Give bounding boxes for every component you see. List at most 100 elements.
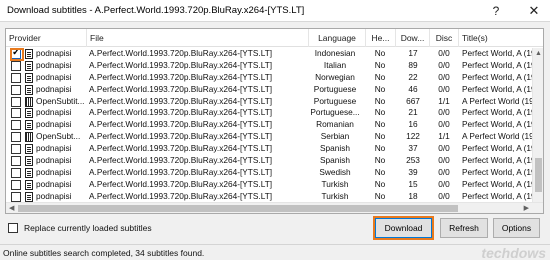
table-row[interactable]: podnapisi A.Perfect.World.1993.720p.BluRa… bbox=[6, 71, 532, 84]
column-header-disc[interactable]: Disc bbox=[430, 29, 459, 47]
table-row[interactable]: podnapisi A.Perfect.World.1993.720p.BluRa… bbox=[6, 119, 532, 131]
refresh-button[interactable]: Refresh bbox=[440, 218, 488, 238]
disc-cell: 0/0 bbox=[438, 143, 450, 154]
provider-cell: podnapisi bbox=[36, 83, 72, 94]
column-header-language[interactable]: Language bbox=[309, 29, 366, 47]
row-checkbox-cell[interactable] bbox=[11, 84, 23, 96]
row-checkbox[interactable] bbox=[11, 179, 21, 190]
horizontal-scrollbar[interactable]: ◀ ▶ bbox=[6, 202, 543, 213]
table-row[interactable]: OpenSubt... A.Perfect.World.1993.720p.Blu… bbox=[6, 131, 532, 143]
list-header: Provider File Language He... Dow... Disc… bbox=[6, 29, 543, 47]
column-header-hearing-impaired[interactable]: He... bbox=[366, 29, 396, 47]
downloads-cell: 253 bbox=[406, 155, 420, 166]
close-icon[interactable]: ✕ bbox=[526, 3, 542, 19]
title-cell: Perfect World, A (19 bbox=[462, 83, 532, 94]
row-checkbox-cell[interactable] bbox=[11, 191, 23, 203]
row-checkbox[interactable] bbox=[11, 96, 21, 107]
downloads-cell: 21 bbox=[408, 107, 418, 118]
provider-cell: podnapisi bbox=[36, 71, 72, 82]
provider-cell: podnapisi bbox=[36, 178, 72, 189]
provider-icon-cell bbox=[25, 131, 34, 143]
row-checkbox-cell[interactable] bbox=[11, 143, 23, 155]
title-cell: Perfect World, A (19 bbox=[462, 178, 532, 189]
column-header-file[interactable]: File bbox=[87, 29, 309, 47]
row-checkbox-cell[interactable] bbox=[11, 96, 23, 108]
row-checkbox[interactable] bbox=[11, 60, 21, 71]
hearing-impaired-cell: No bbox=[374, 95, 386, 106]
replace-subtitles-option[interactable]: Replace currently loaded subtitles bbox=[8, 222, 152, 234]
downloads-cell: 667 bbox=[406, 95, 420, 106]
row-checkbox-cell[interactable] bbox=[11, 60, 23, 72]
disc-cell: 0/0 bbox=[438, 178, 450, 189]
scroll-right-icon[interactable]: ▶ bbox=[524, 204, 529, 212]
grid-icon bbox=[25, 96, 33, 107]
document-icon bbox=[25, 49, 33, 59]
row-checkbox[interactable] bbox=[11, 156, 21, 167]
provider-cell: podnapisi bbox=[36, 143, 72, 154]
table-row[interactable]: podnapisi A.Perfect.World.1993.720p.BluRa… bbox=[6, 143, 532, 155]
row-checkbox-cell[interactable] bbox=[11, 131, 23, 143]
row-checkbox-cell[interactable] bbox=[11, 107, 23, 119]
row-checkbox[interactable] bbox=[11, 191, 21, 202]
language-cell: Turkish bbox=[321, 178, 349, 189]
provider-icon-cell bbox=[25, 96, 34, 108]
table-row[interactable]: podnapisi A.Perfect.World.1993.720p.BluRa… bbox=[6, 48, 532, 61]
row-checkbox-cell[interactable] bbox=[11, 119, 23, 131]
file-cell: A.Perfect.World.1993.720p.BluRay.x264-[Y… bbox=[89, 48, 273, 58]
subtitle-list[interactable]: Provider File Language He... Dow... Disc… bbox=[5, 28, 544, 214]
options-button[interactable]: Options bbox=[493, 218, 540, 238]
row-checkbox[interactable] bbox=[11, 120, 21, 131]
table-row[interactable]: OpenSubtit... A.Perfect.World.1993.720p.B… bbox=[6, 95, 532, 108]
row-checkbox[interactable] bbox=[11, 167, 21, 178]
row-checkbox[interactable] bbox=[11, 84, 21, 95]
hearing-impaired-cell: No bbox=[374, 143, 386, 154]
title-cell: A Perfect World (199 bbox=[462, 95, 532, 106]
row-checkbox[interactable] bbox=[11, 108, 21, 119]
vertical-scroll-thumb[interactable] bbox=[535, 158, 542, 192]
scroll-up-icon[interactable]: ▲ bbox=[535, 50, 542, 57]
provider-icon-cell bbox=[25, 72, 34, 84]
title-cell: Perfect World, A (19 bbox=[462, 155, 532, 166]
download-button[interactable]: Download bbox=[375, 218, 432, 238]
provider-cell: podnapisi bbox=[36, 48, 72, 58]
hearing-impaired-cell: No bbox=[374, 166, 386, 177]
row-checkbox-cell[interactable] bbox=[11, 179, 23, 191]
row-checkbox-cell[interactable] bbox=[11, 155, 23, 167]
column-header-provider[interactable]: Provider bbox=[6, 29, 87, 47]
file-cell: A.Perfect.World.1993.720p.BluRay.x264-[Y… bbox=[89, 107, 273, 118]
help-icon[interactable]: ? bbox=[488, 3, 504, 19]
row-checkbox[interactable] bbox=[11, 144, 21, 155]
provider-icon-cell bbox=[25, 48, 34, 60]
scroll-left-icon[interactable]: ◀ bbox=[9, 204, 14, 212]
column-header-downloads[interactable]: Dow... bbox=[396, 29, 430, 47]
provider-icon-cell bbox=[25, 179, 34, 191]
replace-subtitles-checkbox[interactable] bbox=[8, 223, 18, 233]
language-cell: Swedish bbox=[319, 166, 351, 177]
provider-icon-cell bbox=[25, 84, 34, 96]
file-cell: A.Perfect.World.1993.720p.BluRay.x264-[Y… bbox=[89, 83, 273, 94]
provider-icon-cell bbox=[25, 107, 34, 119]
table-row[interactable]: podnapisi A.Perfect.World.1993.720p.BluRa… bbox=[6, 59, 532, 72]
table-row[interactable]: podnapisi A.Perfect.World.1993.720p.BluRa… bbox=[6, 166, 532, 179]
provider-icon-cell bbox=[25, 143, 34, 155]
row-checkbox[interactable] bbox=[11, 132, 21, 143]
language-cell: Spanish bbox=[320, 155, 350, 166]
hearing-impaired-cell: No bbox=[374, 48, 386, 58]
disc-cell: 0/0 bbox=[438, 48, 450, 58]
table-row[interactable]: podnapisi A.Perfect.World.1993.720p.BluRa… bbox=[6, 107, 532, 119]
table-row[interactable]: podnapisi A.Perfect.World.1993.720p.BluRa… bbox=[6, 191, 532, 203]
column-header-titles[interactable]: Title(s) bbox=[459, 29, 543, 47]
downloads-cell: 39 bbox=[408, 166, 418, 177]
row-checkbox-cell[interactable] bbox=[11, 72, 23, 84]
replace-subtitles-label[interactable]: Replace currently loaded subtitles bbox=[24, 223, 152, 233]
table-row[interactable]: podnapisi A.Perfect.World.1993.720p.BluRa… bbox=[6, 155, 532, 167]
row-checkbox[interactable] bbox=[11, 72, 21, 83]
vertical-scrollbar[interactable]: ▲ bbox=[532, 48, 543, 202]
horizontal-scroll-thumb[interactable] bbox=[18, 205, 458, 212]
table-row[interactable]: podnapisi A.Perfect.World.1993.720p.BluRa… bbox=[6, 178, 532, 191]
table-row[interactable]: podnapisi A.Perfect.World.1993.720p.BluRa… bbox=[6, 83, 532, 96]
downloads-cell: 16 bbox=[408, 119, 418, 130]
row-checkbox-cell[interactable] bbox=[11, 167, 23, 179]
title-bar: Download subtitles - A.Perfect.World.199… bbox=[0, 0, 550, 22]
language-cell: Italian bbox=[323, 59, 347, 70]
